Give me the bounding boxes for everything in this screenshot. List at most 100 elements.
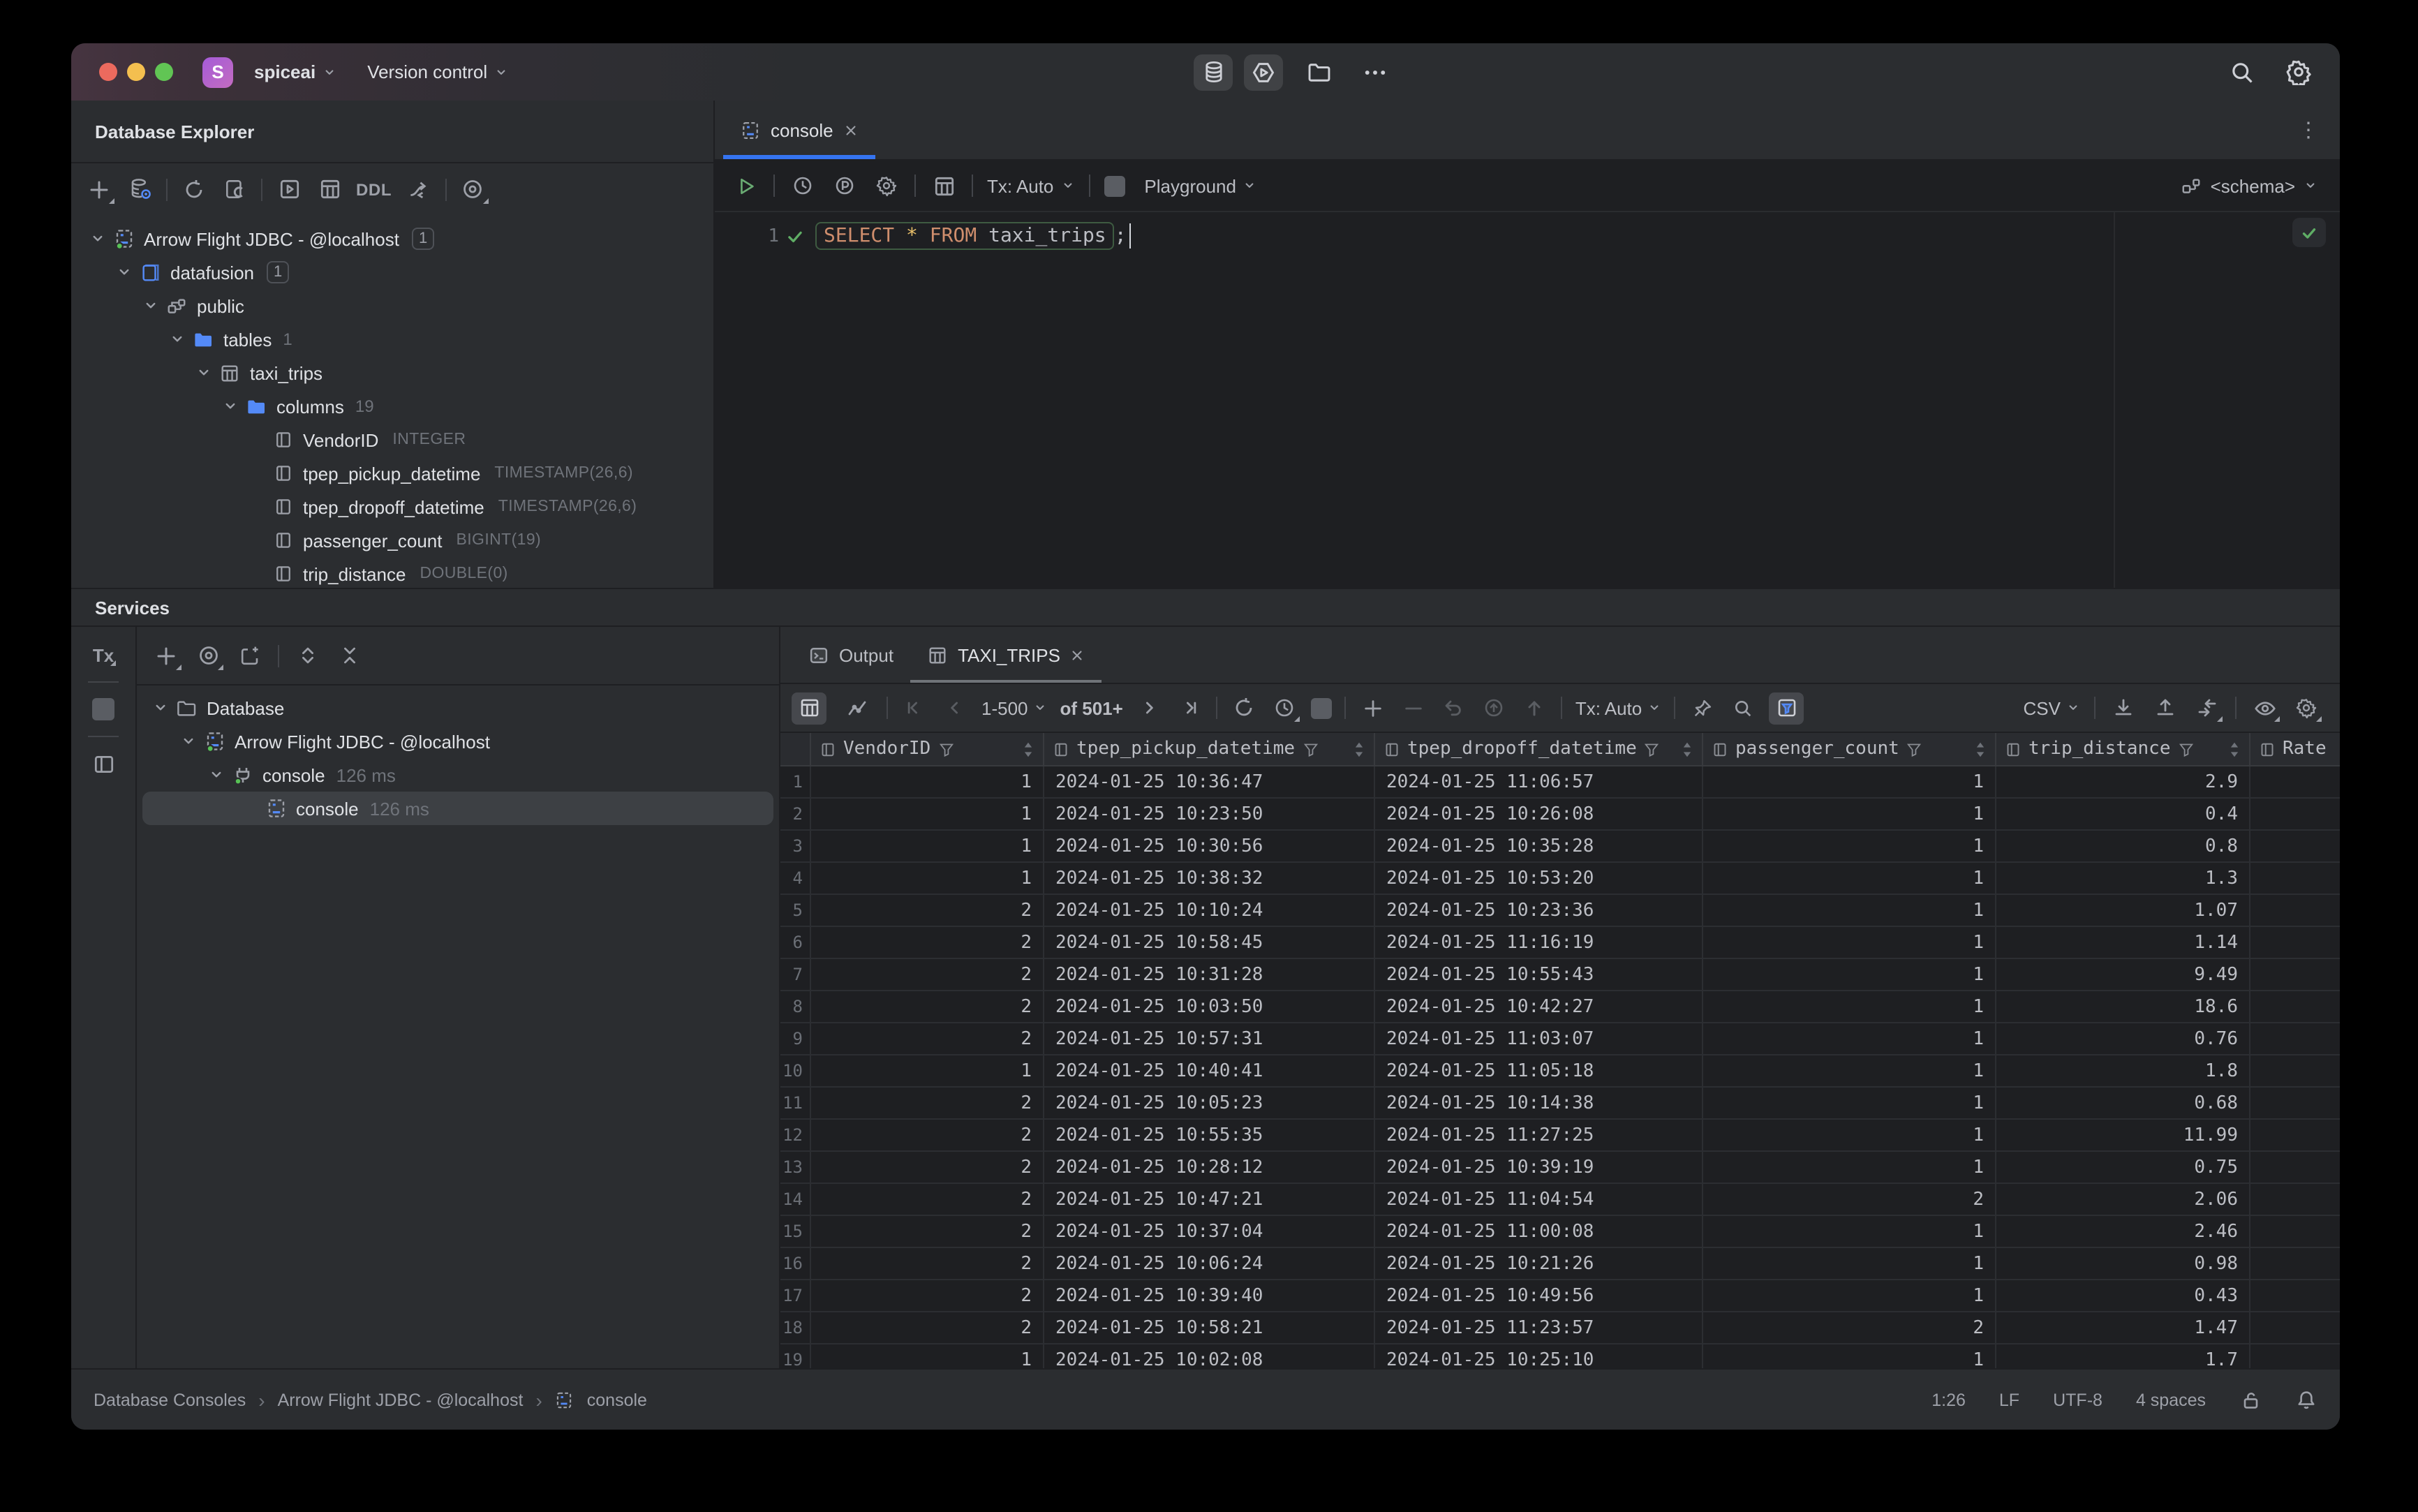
table-cell[interactable] [2250, 1088, 2340, 1118]
table-cell[interactable]: 2 [811, 927, 1044, 958]
table-cell[interactable]: 9.49 [1996, 959, 2250, 990]
project-menu[interactable]: spiceai [246, 56, 345, 88]
breadcrumb-console[interactable]: console [587, 1390, 647, 1409]
table-cell[interactable]: 2024-01-25 10:47:21 [1044, 1184, 1375, 1215]
table-cell[interactable]: 2024-01-25 10:36:47 [1044, 766, 1375, 797]
row-number[interactable]: 3 [780, 831, 811, 861]
table-cell[interactable]: 2024-01-25 10:42:27 [1375, 991, 1703, 1022]
view-mode-icon[interactable] [194, 642, 222, 669]
table-cell[interactable]: 2 [811, 1023, 1044, 1054]
table-cell[interactable] [2250, 799, 2340, 829]
next-page-icon[interactable] [1136, 694, 1164, 722]
row-number[interactable]: 13 [780, 1152, 811, 1183]
notifications-bell-icon[interactable] [2295, 1388, 2317, 1411]
table-cell[interactable]: 11.99 [1996, 1120, 2250, 1150]
tree-item[interactable]: trip_distance DOUBLE(0) [71, 557, 713, 588]
tree-item[interactable]: public [71, 289, 713, 323]
sort-icon[interactable] [1022, 741, 1034, 757]
previous-page-icon[interactable] [941, 694, 969, 722]
table-cell[interactable]: 2 [811, 1248, 1044, 1279]
table-cell[interactable] [2250, 1248, 2340, 1279]
filter-funnel-icon[interactable] [2178, 741, 2195, 757]
row-number[interactable]: 11 [780, 1088, 811, 1118]
table-cell[interactable]: 1 [811, 863, 1044, 894]
stop-button[interactable] [1104, 175, 1125, 196]
breadcrumb-datasource[interactable]: Arrow Flight JDBC - @localhost [278, 1390, 524, 1409]
open-in-new-tab-icon[interactable] [236, 642, 264, 669]
results-tx-dropdown[interactable]: Tx: Auto [1575, 697, 1661, 718]
table-cell[interactable]: 0.8 [1996, 831, 2250, 861]
breadcrumb-database-consoles[interactable]: Database Consoles [94, 1390, 246, 1409]
column-header-tpep_dropoff_datetime[interactable]: tpep_dropoff_datetime [1375, 733, 1703, 765]
chevron-down-icon[interactable] [114, 264, 134, 281]
tree-item[interactable]: VendorID INTEGER [71, 423, 713, 457]
table-cell[interactable] [2250, 895, 2340, 926]
column-header-passenger_count[interactable]: passenger_count [1703, 733, 1996, 765]
table-cell[interactable]: 0.4 [1996, 799, 2250, 829]
row-number[interactable]: 18 [780, 1312, 811, 1343]
table-cell[interactable]: 1.7 [1996, 1344, 2250, 1368]
filter-funnel-icon[interactable] [1906, 741, 1923, 757]
new-table-icon[interactable] [316, 175, 343, 203]
table-cell[interactable]: 2024-01-25 10:21:26 [1375, 1248, 1703, 1279]
version-control-menu[interactable]: Version control [359, 56, 517, 88]
table-cell[interactable]: 2 [811, 991, 1044, 1022]
submit-icon[interactable] [1481, 694, 1508, 722]
table-cell[interactable]: 1 [1703, 1280, 1996, 1311]
chevron-down-icon[interactable] [88, 230, 107, 247]
table-cell[interactable] [2250, 1280, 2340, 1311]
table-cell[interactable]: 2024-01-25 11:16:19 [1375, 927, 1703, 958]
table-cell[interactable]: 0.43 [1996, 1280, 2250, 1311]
table-cell[interactable]: 1.07 [1996, 895, 2250, 926]
table-cell[interactable]: 2 [811, 895, 1044, 926]
tree-item[interactable]: console 126 ms [137, 758, 779, 792]
table-cell[interactable]: 2.46 [1996, 1216, 2250, 1247]
pin-tab-icon[interactable] [1688, 694, 1716, 722]
table-row[interactable]: 19 1 2024-01-25 10:02:08 2024-01-25 10:25:1… [780, 1344, 2340, 1368]
table-cell[interactable]: 1 [1703, 1248, 1996, 1279]
filter-panel-toggle[interactable] [1769, 692, 1804, 724]
table-cell[interactable]: 1 [1703, 831, 1996, 861]
table-cell[interactable]: 2024-01-25 10:03:50 [1044, 991, 1375, 1022]
expand-all-icon[interactable] [293, 642, 321, 669]
table-cell[interactable]: 1 [811, 1344, 1044, 1368]
database-tool-button[interactable] [1194, 54, 1233, 90]
table-cell[interactable] [2250, 927, 2340, 958]
tx-strip-button[interactable]: Tx [93, 645, 114, 666]
row-number[interactable]: 17 [780, 1280, 811, 1311]
table-cell[interactable]: 1.8 [1996, 1055, 2250, 1086]
table-row[interactable]: 17 2 2024-01-25 10:39:40 2024-01-25 10:49:5… [780, 1280, 2340, 1312]
tree-item[interactable]: passenger_count BIGINT(19) [71, 524, 713, 557]
find-icon[interactable] [1728, 694, 1756, 722]
table-row[interactable]: 18 2 2024-01-25 10:58:21 2024-01-25 11:23:5… [780, 1312, 2340, 1344]
reload-data-icon[interactable] [1231, 694, 1259, 722]
console-settings-gear-icon[interactable] [873, 172, 900, 200]
table-cell[interactable]: 2024-01-25 10:05:23 [1044, 1088, 1375, 1118]
delete-row-icon[interactable] [1400, 694, 1427, 722]
table-row[interactable]: 6 2 2024-01-25 10:58:45 2024-01-25 11:16:19… [780, 927, 2340, 959]
table-cell[interactable]: 2 [811, 1120, 1044, 1150]
revert-icon[interactable] [1440, 694, 1468, 722]
table-cell[interactable]: 2024-01-25 10:49:56 [1375, 1280, 1703, 1311]
row-number[interactable]: 6 [780, 927, 811, 958]
tree-item[interactable]: Arrow Flight JDBC - @localhost 1 [71, 222, 713, 255]
table-cell[interactable]: 2024-01-25 10:02:08 [1044, 1344, 1375, 1368]
table-cell[interactable]: 2024-01-25 10:10:24 [1044, 895, 1375, 926]
datasource-settings-icon[interactable] [126, 175, 154, 203]
editor-body[interactable]: 1 SELECT * FROM taxi_trips ; [715, 212, 2340, 588]
table-row[interactable]: 16 2 2024-01-25 10:06:24 2024-01-25 10:21:2… [780, 1248, 2340, 1280]
disconnect-icon[interactable] [221, 175, 249, 203]
table-cell[interactable]: 2024-01-25 10:23:50 [1044, 799, 1375, 829]
table-cell[interactable]: 2024-01-25 10:38:32 [1044, 863, 1375, 894]
table-cell[interactable]: 1.47 [1996, 1312, 2250, 1343]
zoom-window-button[interactable] [155, 63, 173, 81]
table-cell[interactable] [2250, 1216, 2340, 1247]
add-datasource-button[interactable] [85, 175, 113, 203]
row-number[interactable]: 8 [780, 991, 811, 1022]
table-cell[interactable]: 1.14 [1996, 927, 2250, 958]
indent-widget[interactable]: 4 spaces [2136, 1390, 2206, 1409]
editor-options-kebab-icon[interactable]: ⋮ [2278, 117, 2340, 142]
table-cell[interactable] [2250, 1152, 2340, 1183]
table-cell[interactable]: 2024-01-25 10:25:10 [1375, 1344, 1703, 1368]
table-cell[interactable]: 2024-01-25 10:39:19 [1375, 1152, 1703, 1183]
